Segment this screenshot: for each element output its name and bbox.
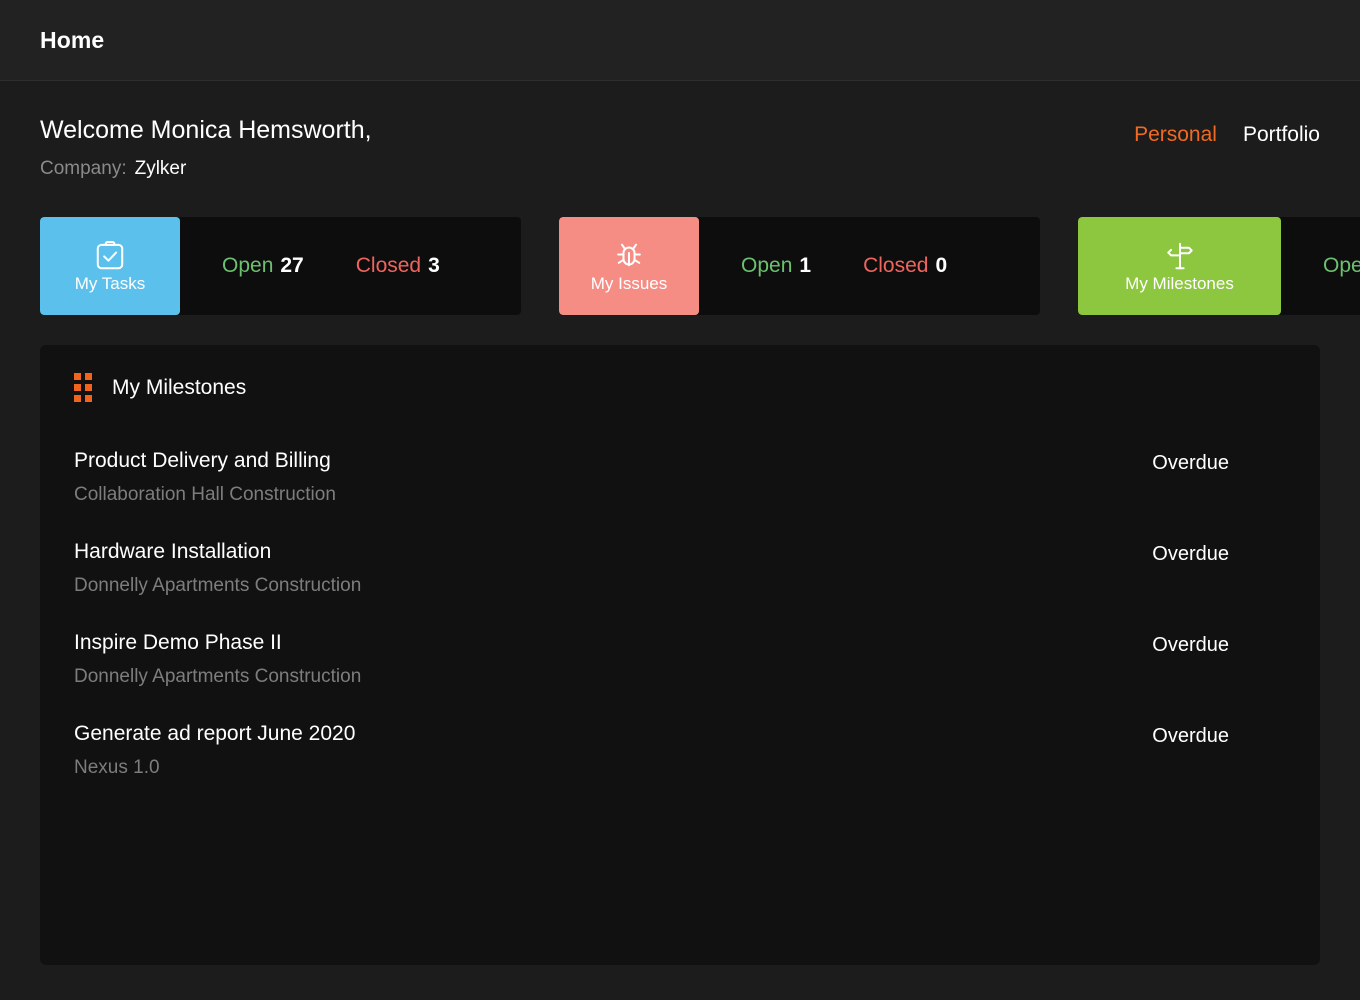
milestone-status: Overdue (1152, 632, 1286, 657)
stat-card-row: My Tasks Open 27 Closed 3 (40, 217, 1360, 315)
metric-open-value: 1 (799, 254, 811, 277)
metric-closed-label: Closed (863, 254, 928, 277)
my-milestones-widget: My Milestones Product Delivery and Billi… (40, 345, 1320, 965)
stat-tile-label: My Tasks (75, 275, 146, 294)
milestone-name[interactable]: Product Delivery and Billing (74, 450, 336, 472)
milestone-list: Product Delivery and Billing Collaborati… (74, 436, 1286, 800)
milestone-status: Overdue (1152, 723, 1286, 748)
company-label: Company: (40, 158, 127, 179)
metric-open[interactable]: Open 27 (222, 254, 304, 278)
milestone-row[interactable]: Product Delivery and Billing Collaborati… (74, 436, 1286, 527)
stat-metrics: Open4 Closed0 (1281, 217, 1360, 315)
milestone-info: Hardware Installation Donnelly Apartment… (74, 541, 361, 596)
view-switcher: Personal Portfolio (1134, 117, 1320, 147)
welcome-section: Welcome Monica Hemsworth, Company: Zylker… (40, 81, 1320, 179)
milestone-name[interactable]: Inspire Demo Phase II (74, 632, 361, 654)
stat-card-my-tasks[interactable]: My Tasks Open 27 Closed 3 (40, 217, 521, 315)
metric-open-value: 27 (280, 254, 303, 277)
clipboard-check-icon (93, 239, 127, 273)
widget-header: My Milestones (74, 373, 1286, 412)
metric-open-label: Open (222, 254, 273, 277)
stat-tile-label: My Milestones (1125, 275, 1234, 294)
bug-icon (612, 239, 646, 273)
signpost-icon (1163, 239, 1197, 273)
milestone-info: Generate ad report June 2020 Nexus 1.0 (74, 723, 355, 778)
stat-card-my-milestones[interactable]: My Milestones Open4 Closed0 (1078, 217, 1360, 315)
milestone-status: Overdue (1152, 541, 1286, 566)
milestone-info: Inspire Demo Phase II Donnelly Apartment… (74, 632, 361, 687)
milestone-project: Donnelly Apartments Construction (74, 667, 361, 687)
milestone-name[interactable]: Generate ad report June 2020 (74, 723, 355, 745)
company-row: Company: Zylker (40, 159, 372, 180)
stat-metrics: Open 27 Closed 3 (180, 217, 521, 315)
metric-closed-label: Closed (356, 254, 421, 277)
metric-closed-value: 3 (428, 254, 440, 277)
metric-open[interactable]: Open4 (1323, 254, 1360, 278)
stat-tile-my-issues[interactable]: My Issues (559, 217, 699, 315)
view-link-personal[interactable]: Personal (1134, 123, 1217, 147)
metric-closed-value: 0 (935, 254, 947, 277)
milestone-info: Product Delivery and Billing Collaborati… (74, 450, 336, 505)
metric-open[interactable]: Open 1 (741, 254, 811, 278)
metric-open-label: Open (1323, 254, 1360, 277)
stat-tile-label: My Issues (591, 275, 668, 294)
welcome-greeting: Welcome Monica Hemsworth, (40, 117, 372, 145)
top-header-bar: Home (0, 0, 1360, 81)
milestone-row[interactable]: Hardware Installation Donnelly Apartment… (74, 527, 1286, 618)
metric-closed[interactable]: Closed 0 (863, 254, 947, 278)
milestone-project: Donnelly Apartments Construction (74, 576, 361, 596)
view-link-portfolio[interactable]: Portfolio (1243, 123, 1320, 147)
company-value: Zylker (135, 158, 187, 179)
stat-tile-my-milestones[interactable]: My Milestones (1078, 217, 1281, 315)
milestone-row[interactable]: Inspire Demo Phase II Donnelly Apartment… (74, 618, 1286, 709)
stat-metrics: Open 1 Closed 0 (699, 217, 1040, 315)
stat-card-my-issues[interactable]: My Issues Open 1 Closed 0 (559, 217, 1040, 315)
metric-open-label: Open (741, 254, 792, 277)
milestone-row[interactable]: Generate ad report June 2020 Nexus 1.0 O… (74, 709, 1286, 800)
widget-title: My Milestones (112, 376, 246, 400)
page-content: Welcome Monica Hemsworth, Company: Zylker… (0, 81, 1360, 965)
milestone-status: Overdue (1152, 450, 1286, 475)
milestone-project: Collaboration Hall Construction (74, 485, 336, 505)
milestone-name[interactable]: Hardware Installation (74, 541, 361, 563)
page-title: Home (40, 27, 104, 54)
stat-tile-my-tasks[interactable]: My Tasks (40, 217, 180, 315)
metric-closed[interactable]: Closed 3 (356, 254, 440, 278)
milestone-project: Nexus 1.0 (74, 758, 355, 778)
drag-handle-icon[interactable] (74, 373, 92, 402)
welcome-block: Welcome Monica Hemsworth, Company: Zylker (40, 117, 372, 179)
